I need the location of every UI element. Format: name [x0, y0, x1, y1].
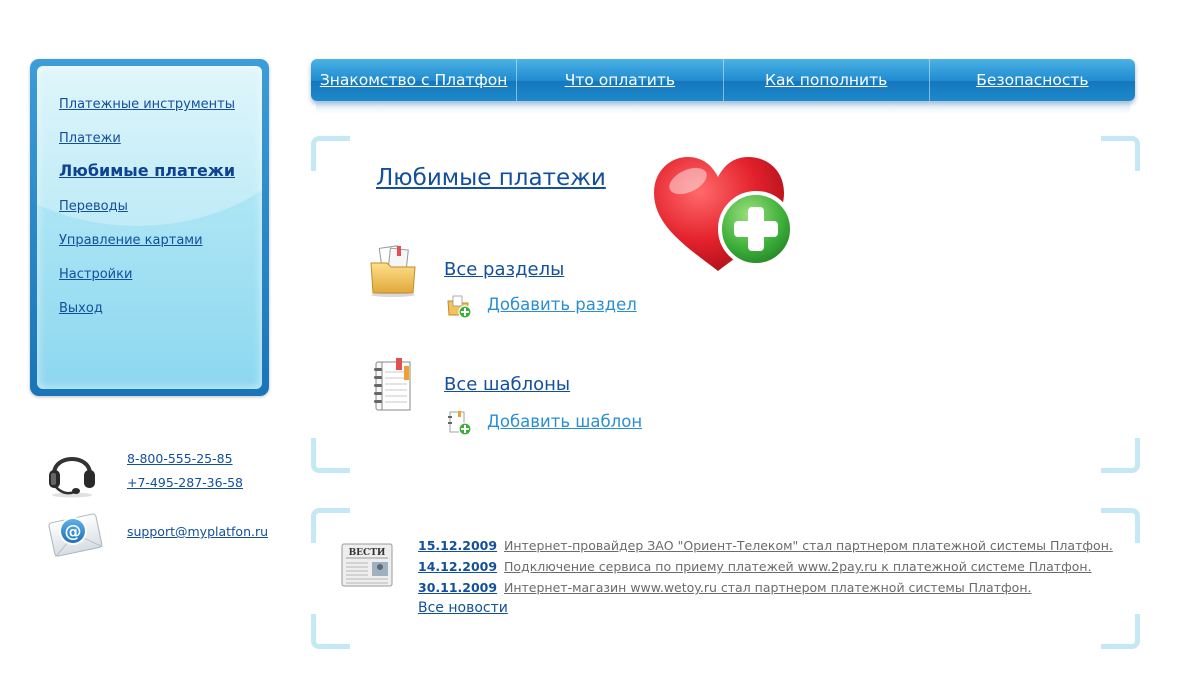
- add-folder-icon: [447, 295, 472, 319]
- tab-label[interactable]: Безопасность: [976, 71, 1088, 89]
- frame-corner: [311, 508, 350, 543]
- notebook-icon: [374, 358, 411, 411]
- sidebar-item-label[interactable]: Переводы: [59, 199, 128, 214]
- svg-text:@: @: [65, 522, 82, 542]
- news-date[interactable]: 14.12.2009: [418, 559, 504, 574]
- news-date[interactable]: 15.12.2009: [418, 538, 504, 553]
- sidebar-item-label[interactable]: Платежные инструменты: [59, 97, 235, 112]
- sidebar-item-label[interactable]: Настройки: [59, 267, 132, 282]
- news-headline[interactable]: Подключение сервиса по приему платежей w…: [504, 559, 1092, 574]
- frame-corner: [1101, 136, 1140, 171]
- folder-icon: [370, 245, 416, 297]
- sidebar-item-label[interactable]: Любимые платежи: [59, 161, 235, 180]
- news-item[interactable]: 15.12.2009 Интернет-провайдер ЗАО "Ориент…: [418, 535, 1113, 555]
- sidebar-item-payment-tools[interactable]: Платежные инструменты: [59, 88, 235, 122]
- news-headline[interactable]: Интернет-магазин www.wetoy.ru стал партн…: [504, 580, 1031, 595]
- phone-link-1[interactable]: 8-800-555-25-85: [127, 451, 233, 466]
- newspaper-masthead: ВЕСТИ: [349, 548, 386, 558]
- all-templates-link[interactable]: Все шаблоны: [444, 374, 570, 395]
- sidebar-item-settings[interactable]: Настройки: [59, 258, 235, 292]
- nav-reflection: [316, 102, 1130, 114]
- top-navigation: Знакомство с Платфон Что оплатить Как по…: [311, 59, 1135, 101]
- news-item[interactable]: 30.11.2009 Интернет-магазин www.wetoy.ru …: [418, 577, 1031, 597]
- all-sections-link[interactable]: Все разделы: [444, 259, 564, 280]
- add-section-link[interactable]: Добавить раздел: [487, 295, 637, 314]
- frame-corner: [1101, 614, 1140, 649]
- tab-about-platfon[interactable]: Знакомство с Платфон: [311, 59, 518, 101]
- tab-label[interactable]: Знакомство с Платфон: [320, 71, 508, 89]
- sidebar-item-label[interactable]: Платежи: [59, 131, 121, 146]
- frame-corner: [311, 136, 350, 171]
- heart-plus-icon: [654, 157, 794, 271]
- all-news-link[interactable]: Все новости: [418, 600, 508, 616]
- tab-label[interactable]: Что оплатить: [565, 71, 675, 89]
- sidebar-item-card-management[interactable]: Управление картами: [59, 224, 235, 258]
- add-template-icon: [448, 411, 472, 436]
- sidebar-item-payments[interactable]: Платежи: [59, 122, 235, 156]
- news-item[interactable]: 14.12.2009 Подключение сервиса по приему …: [418, 556, 1092, 576]
- page-title: Любимые платежи: [376, 165, 606, 191]
- sidebar-item-favorite-payments[interactable]: Любимые платежи: [59, 156, 235, 190]
- tab-how-to-top-up[interactable]: Как пополнить: [724, 59, 930, 101]
- email-link[interactable]: support@myplatfon.ru: [127, 524, 268, 539]
- add-template-link[interactable]: Добавить шаблон: [487, 412, 642, 431]
- sidebar-item-logout[interactable]: Выход: [59, 292, 235, 326]
- sidebar-item-label[interactable]: Управление картами: [59, 233, 203, 248]
- news-date[interactable]: 30.11.2009: [418, 580, 504, 595]
- headset-icon: [49, 457, 95, 498]
- news-headline[interactable]: Интернет-провайдер ЗАО "Ориент-Телеком" …: [504, 538, 1113, 553]
- frame-corner: [1101, 438, 1140, 473]
- sidebar-item-transfers[interactable]: Переводы: [59, 190, 235, 224]
- frame-corner: [311, 438, 350, 473]
- tab-label[interactable]: Как пополнить: [765, 71, 887, 89]
- tab-security[interactable]: Безопасность: [930, 59, 1135, 101]
- phone-link-2[interactable]: +7-495-287-36-58: [127, 475, 243, 490]
- sidebar-panel: Платежные инструменты Платежи Любимые пл…: [37, 66, 262, 389]
- sidebar-menu: Платежные инструменты Платежи Любимые пл…: [59, 88, 235, 326]
- frame-corner: [311, 614, 350, 649]
- newspaper-icon: ВЕСТИ: [341, 543, 393, 587]
- mail-icon: @: [48, 513, 103, 558]
- sidebar-item-label[interactable]: Выход: [59, 301, 103, 316]
- tab-what-to-pay[interactable]: Что оплатить: [517, 59, 724, 101]
- sidebar: Платежные инструменты Платежи Любимые пл…: [30, 59, 269, 396]
